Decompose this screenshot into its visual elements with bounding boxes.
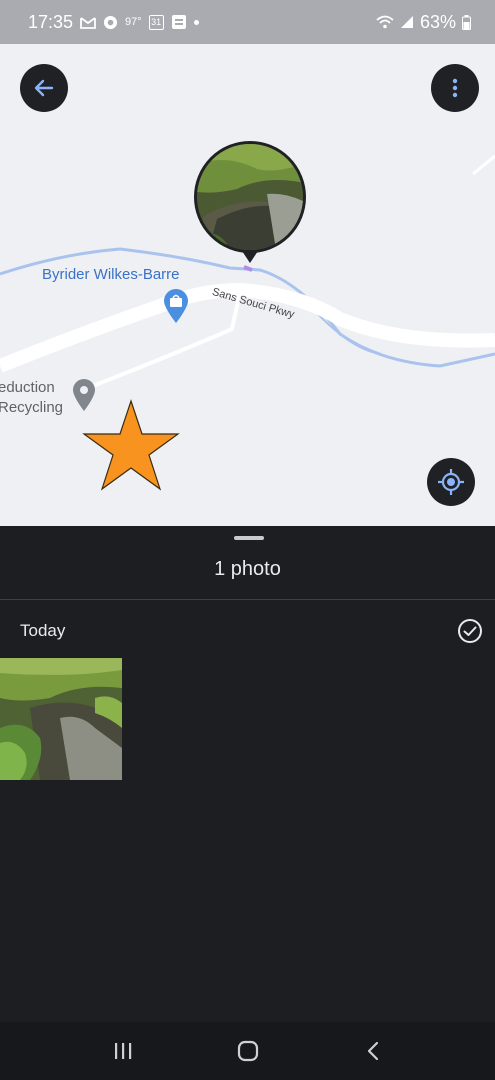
photo-thumbnail[interactable] xyxy=(0,658,122,780)
recent-apps-icon xyxy=(114,1043,131,1059)
back-button[interactable] xyxy=(20,64,68,112)
star-icon xyxy=(82,399,180,491)
home-button[interactable] xyxy=(228,1031,268,1071)
news-icon xyxy=(171,14,187,30)
photos-bottom-sheet[interactable]: 1 photo Today xyxy=(0,526,495,1022)
battery-icon xyxy=(462,14,471,30)
photo-pin-tail xyxy=(242,251,258,263)
shopping-pin-icon[interactable] xyxy=(163,288,189,324)
chrome-icon xyxy=(103,15,118,30)
more-vert-icon xyxy=(452,78,458,98)
map-roads-layer xyxy=(0,154,495,391)
section-label-today: Today xyxy=(20,621,66,640)
recycling-label-line2: Recycling xyxy=(0,399,64,416)
map-label-business[interactable]: Byrider Wilkes-Barre xyxy=(42,266,180,283)
system-nav-bar xyxy=(0,1022,495,1080)
nav-back-button[interactable] xyxy=(353,1031,393,1071)
calendar-icon: 31 xyxy=(148,14,164,30)
arrow-back-icon xyxy=(34,79,54,97)
drag-handle[interactable] xyxy=(234,536,264,540)
calendar-day: 31 xyxy=(151,17,162,27)
map-view[interactable]: Byrider Wilkes-Barre Sans Souci Pkwy edu… xyxy=(0,44,495,526)
recent-apps-button[interactable] xyxy=(103,1031,143,1071)
creek-photo-image xyxy=(0,658,122,780)
sheet-title: 1 photo xyxy=(214,558,281,580)
status-temperature: 97° xyxy=(125,16,142,28)
gmail-icon xyxy=(80,16,96,29)
more-options-button[interactable] xyxy=(431,64,479,112)
select-all-check-icon[interactable] xyxy=(457,618,483,644)
status-time: 17:35 xyxy=(28,11,74,32)
app-root: 17:35 97° 31 63% Byrider Wilkes-Barre Sa… xyxy=(0,0,495,1080)
status-left: 17:35 97° 31 xyxy=(28,12,199,33)
battery-percent: 63% xyxy=(419,11,456,32)
my-location-icon xyxy=(438,469,464,495)
status-right: 63% xyxy=(376,12,471,33)
map-label-recycling[interactable]: eduction Recycling xyxy=(0,378,63,418)
notification-dot-icon xyxy=(193,19,199,25)
recycling-label-line1: eduction xyxy=(0,379,55,396)
status-bar: 17:35 97° 31 63% xyxy=(0,0,495,44)
signal-icon xyxy=(400,15,414,29)
wifi-icon xyxy=(376,15,394,29)
chevron-left-icon xyxy=(367,1041,378,1061)
sheet-divider xyxy=(0,599,495,600)
photo-map-pin[interactable] xyxy=(194,141,306,253)
my-location-button[interactable] xyxy=(427,458,475,506)
home-icon xyxy=(237,1040,258,1062)
